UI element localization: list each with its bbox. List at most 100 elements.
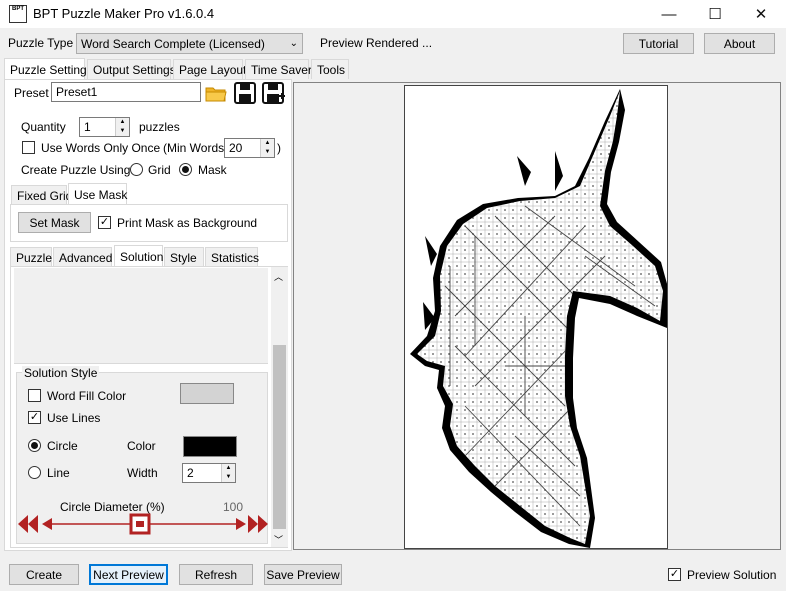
scrollbar[interactable]: ︿ ﹀: [271, 267, 288, 547]
tab-page-layout[interactable]: Page Layout: [173, 59, 246, 79]
min-words-close: ): [277, 141, 281, 155]
app-logo-icon: BPT: [9, 5, 27, 23]
minimize-button[interactable]: —: [646, 0, 692, 28]
quantity-stepper[interactable]: 1 ▲ ▼: [79, 117, 130, 137]
unicorn-mask-puzzle-image: [410, 89, 669, 548]
slider-graphic: [18, 513, 268, 535]
close-button[interactable]: ✕: [738, 0, 784, 28]
create-button[interactable]: Create: [9, 564, 79, 585]
folder-icon: [205, 87, 227, 102]
width-spin[interactable]: ▲ ▼: [221, 464, 235, 482]
next-preview-button[interactable]: Next Preview: [89, 564, 168, 585]
save-preset-as-button[interactable]: [262, 82, 286, 104]
tab-output-settings[interactable]: Output Settings: [87, 59, 176, 79]
quantity-value: 1: [84, 120, 91, 134]
print-mask-checkbox[interactable]: ✓: [98, 216, 111, 229]
set-mask-button[interactable]: Set Mask: [18, 212, 91, 233]
floppy-disk-plus-icon: [262, 82, 285, 104]
tab-statistics[interactable]: Statistics: [205, 247, 259, 267]
tutorial-button[interactable]: Tutorial: [623, 33, 694, 54]
color-label: Color: [127, 439, 156, 453]
floppy-disk-icon: [234, 82, 256, 104]
puzzle-type-select[interactable]: Word Search Complete (Licensed) ⌄: [76, 33, 303, 54]
tab-tools[interactable]: Tools: [311, 59, 349, 79]
chevron-up-icon: ︿: [274, 272, 284, 282]
check-icon: ✓: [99, 216, 110, 228]
quantity-spin[interactable]: ▲ ▼: [115, 118, 129, 136]
about-button[interactable]: About: [704, 33, 775, 54]
title-bar: BPT BPT Puzzle Maker Pro v1.6.0.4 — ☐ ✕: [0, 0, 786, 28]
check-icon: ✓: [669, 568, 680, 580]
line-color-swatch[interactable]: [183, 436, 237, 457]
save-preview-button[interactable]: Save Preview: [264, 564, 342, 585]
use-words-once-checkbox[interactable]: [22, 141, 35, 154]
tab-style[interactable]: Style: [164, 247, 204, 267]
preview-area: [293, 82, 781, 550]
double-chevron-right-icon: [248, 515, 268, 533]
status-text: Preview Rendered ...: [320, 36, 433, 50]
preset-label: Preset: [14, 86, 49, 100]
width-stepper[interactable]: 2 ▲ ▼: [182, 463, 236, 483]
tab-solution[interactable]: Solution: [114, 245, 163, 267]
use-words-once-label: Use Words Only Once: [41, 141, 161, 155]
check-icon: ✓: [29, 411, 40, 423]
print-mask-label: Print Mask as Background: [117, 216, 258, 230]
circle-radio[interactable]: [28, 439, 41, 452]
maximize-icon: ☐: [708, 6, 722, 23]
width-value: 2: [187, 466, 194, 480]
preview-solution-checkbox[interactable]: ✓: [668, 568, 681, 581]
tab-time-saver[interactable]: Time Saver: [245, 59, 312, 79]
tab-puzzle[interactable]: Puzzle: [10, 247, 52, 267]
arrow-right-icon: [236, 518, 246, 530]
word-fill-label: Word Fill Color: [47, 389, 127, 403]
solution-style-title: Solution Style: [22, 366, 100, 380]
quantity-label: Quantity: [21, 120, 66, 134]
puzzle-type-value: Word Search Complete (Licensed): [81, 36, 265, 51]
min-words-value: 20: [229, 141, 243, 155]
width-label: Width: [127, 466, 158, 480]
line-radio[interactable]: [28, 466, 41, 479]
mask-radio[interactable]: [179, 163, 192, 176]
scrollbar-thumb[interactable]: [273, 345, 286, 529]
refresh-button[interactable]: Refresh: [179, 564, 253, 585]
arrow-down-icon: ▼: [119, 128, 126, 134]
arrow-down-icon: ▼: [264, 149, 271, 155]
chevron-down-icon: ﹀: [274, 535, 284, 545]
tab-advanced[interactable]: Advanced: [53, 247, 112, 267]
circle-diameter-slider[interactable]: [18, 512, 270, 536]
tab-fixed-grid[interactable]: Fixed Grid: [11, 185, 72, 205]
chevron-down-icon: ⌄: [289, 38, 298, 49]
grid-radio-label: Grid: [148, 163, 171, 177]
close-icon: ✕: [754, 6, 768, 23]
preview-solution-label: Preview Solution: [687, 568, 777, 582]
tab-puzzle-settings[interactable]: Puzzle Settings: [4, 58, 93, 80]
minimize-icon: —: [661, 5, 677, 23]
double-chevron-left-icon: [18, 515, 38, 533]
arrow-left-icon: [42, 518, 52, 530]
create-using-label: Create Puzzle Using:: [21, 163, 134, 177]
use-lines-label: Use Lines: [47, 411, 101, 425]
min-words-spin[interactable]: ▲ ▼: [260, 139, 274, 157]
arrow-down-icon: ▼: [225, 474, 232, 480]
word-fill-checkbox[interactable]: [28, 389, 41, 402]
arrow-up-icon: ▲: [119, 119, 126, 125]
arrow-up-icon: ▲: [225, 465, 232, 471]
upper-group: [14, 268, 268, 364]
circle-radio-label: Circle: [47, 439, 78, 453]
use-lines-checkbox[interactable]: ✓: [28, 411, 41, 424]
save-preset-button[interactable]: [234, 82, 256, 104]
min-words-label: (Min Words:: [163, 141, 228, 155]
window-title: BPT Puzzle Maker Pro v1.6.0.4: [33, 6, 215, 21]
line-radio-label: Line: [47, 466, 70, 480]
grid-radio[interactable]: [130, 163, 143, 176]
tab-use-mask[interactable]: Use Mask: [68, 183, 127, 205]
preset-input[interactable]: Preset1: [51, 82, 201, 102]
maximize-button[interactable]: ☐: [692, 0, 738, 28]
arrow-up-icon: ▲: [264, 140, 271, 146]
puzzle-type-label: Puzzle Type: [8, 36, 74, 50]
mask-radio-label: Mask: [198, 163, 227, 177]
quantity-unit: puzzles: [139, 120, 180, 134]
word-fill-color-swatch[interactable]: [180, 383, 234, 404]
min-words-stepper[interactable]: 20 ▲ ▼: [224, 138, 275, 158]
open-folder-button[interactable]: [205, 83, 227, 103]
